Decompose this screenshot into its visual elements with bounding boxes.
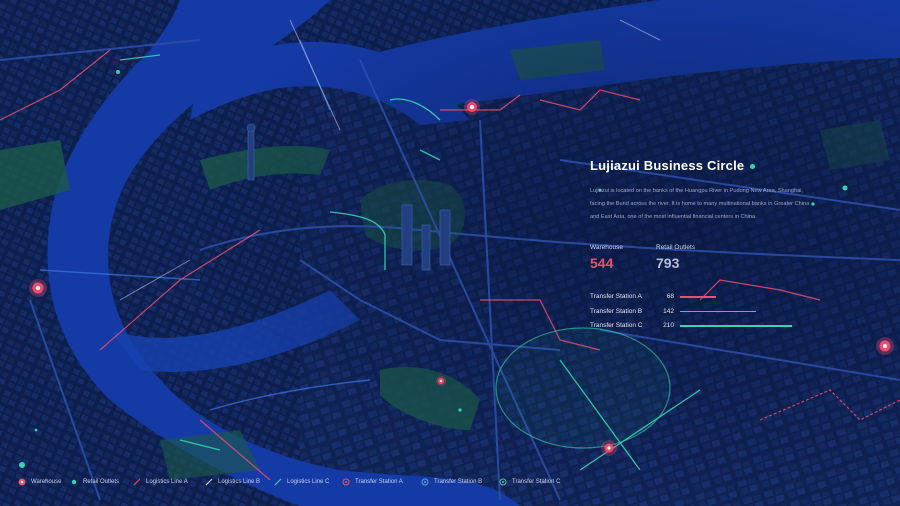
info-panel: Lujiazui Business Circle Lujiazui is loc…	[590, 158, 820, 329]
legend-line-c[interactable]: Logistics Line C	[274, 478, 329, 486]
retail-stat: Retail Outlets 793	[656, 244, 695, 271]
legend-retail[interactable]: Retail Outlets	[70, 478, 119, 486]
station-list: Transfer Station A 68 Transfer Station B…	[590, 293, 820, 337]
warehouse-marker-4[interactable]	[601, 440, 617, 456]
line-b-icon	[205, 478, 213, 486]
legend-label: Logistics Line A	[146, 479, 188, 485]
legend-station-c[interactable]: Transfer Station C	[499, 478, 560, 486]
warehouse-marker-5[interactable]	[436, 376, 446, 386]
warehouse-stat: Warehouse 544	[590, 244, 623, 271]
station-bar	[680, 325, 792, 327]
line-a-icon	[133, 478, 141, 486]
legend-warehouse[interactable]: Warehouse	[18, 478, 61, 486]
station-name: Transfer Station B	[590, 307, 643, 315]
legend-label: Warehouse	[31, 479, 62, 485]
transfer-zone-c	[495, 327, 671, 449]
warehouse-value: 544	[590, 255, 614, 271]
legend-label: Logistics Line B	[218, 479, 261, 485]
station-c-icon	[499, 478, 507, 486]
retail-label: Retail Outlets	[656, 244, 696, 251]
panel-description: Lujiazui is located on the banks of the …	[590, 188, 810, 220]
legend-label: Retail Outlets	[83, 479, 120, 485]
legend-label: Transfer Station B	[434, 479, 483, 485]
station-name: Transfer Station A	[590, 293, 642, 300]
station-row-c[interactable]: Transfer Station C 210	[590, 322, 820, 337]
map-stage: Lujiazui Business Circle Lujiazui is loc…	[0, 0, 900, 506]
legend-label: Transfer Station A	[355, 479, 403, 485]
city-map[interactable]	[0, 0, 900, 506]
legend-line-a[interactable]: Logistics Line A	[133, 478, 188, 486]
warehouse-marker-icon	[18, 478, 26, 486]
legend-label: Transfer Station C	[512, 479, 561, 485]
station-row-a[interactable]: Transfer Station A 68	[590, 293, 820, 308]
legend-label: Logistics Line C	[287, 479, 330, 485]
legend-station-b[interactable]: Transfer Station B	[421, 478, 482, 486]
station-a-icon	[342, 478, 350, 486]
panel-title-text: Lujiazui Business Circle	[590, 158, 745, 173]
station-value: 142	[663, 307, 674, 315]
station-bar	[680, 296, 716, 298]
legend-station-a[interactable]: Transfer Station A	[342, 478, 403, 486]
station-name: Transfer Station C	[590, 322, 643, 329]
station-b-icon	[421, 478, 429, 486]
station-row-b[interactable]: Transfer Station B 142	[590, 308, 820, 323]
retail-dot-icon	[71, 479, 77, 485]
line-c-icon	[274, 478, 282, 486]
station-value: 68	[666, 293, 674, 300]
warehouse-marker-1[interactable]	[464, 99, 480, 115]
station-value: 210	[663, 322, 674, 329]
warehouse-label: Warehouse	[590, 244, 623, 251]
legend-line-b[interactable]: Logistics Line B	[205, 478, 260, 486]
retail-value: 793	[656, 255, 680, 271]
station-bar	[680, 310, 757, 312]
warehouse-marker-2[interactable]	[29, 279, 47, 297]
title-dot-icon	[750, 164, 756, 170]
warehouse-marker-3[interactable]	[876, 337, 894, 355]
panel-title: Lujiazui Business Circle	[590, 158, 820, 173]
